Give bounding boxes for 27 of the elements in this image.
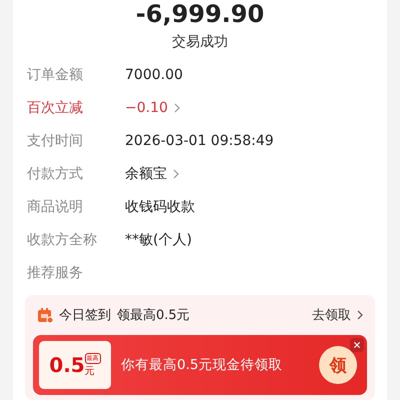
- detail-value: 7000.00: [125, 67, 183, 83]
- chevron-icon[interactable]: [357, 310, 363, 320]
- calendar-icon: [37, 307, 53, 323]
- section-title: 推荐服务: [27, 264, 84, 282]
- banner-message: 你有最高0.5元现金待领取: [121, 356, 282, 374]
- claim-button[interactable]: 领: [319, 346, 357, 384]
- chevron-icon[interactable]: [173, 169, 179, 179]
- promo-title: 今日签到: [59, 307, 111, 324]
- detail-label: 付款方式: [27, 165, 84, 183]
- detail-value: 2026-03-01 09:58:49: [125, 133, 274, 149]
- coupon-amount: 0.5: [49, 353, 85, 377]
- detail-value: 收钱码收款: [125, 198, 195, 216]
- detail-label: 百次立减: [27, 99, 84, 117]
- coupon-unit: 元: [84, 364, 95, 378]
- detail-label: 支付时间: [27, 132, 84, 150]
- detail-label: 订单金额: [27, 66, 84, 84]
- detail-value: −0.10: [125, 100, 168, 116]
- claim-link[interactable]: 去领取: [312, 306, 351, 324]
- amount-text: -6,999.90: [134, 1, 266, 27]
- promo-subtitle: 领最高0.5元: [117, 307, 190, 324]
- detail-value: 余额宝: [125, 165, 167, 183]
- detail-value: **敏(个人): [125, 231, 192, 249]
- detail-label: 收款方全称: [27, 231, 98, 249]
- close-icon[interactable]: [350, 338, 364, 352]
- chevron-icon[interactable]: [174, 103, 180, 113]
- detail-label: 商品说明: [27, 198, 84, 216]
- status-text: 交易成功: [171, 33, 229, 51]
